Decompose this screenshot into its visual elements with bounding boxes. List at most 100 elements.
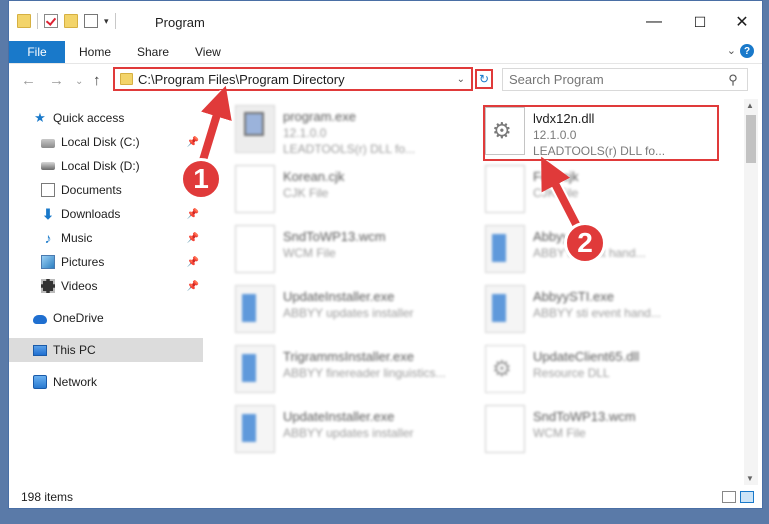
highlight-box: [483, 105, 719, 161]
tab-view[interactable]: View: [195, 45, 221, 59]
details-view-icon[interactable]: [722, 491, 736, 503]
file-item[interactable]: program.exe 12.1.0.0 LEADTOOLS(r) DLL fo…: [235, 105, 471, 161]
back-button[interactable]: ←: [21, 72, 36, 89]
sidebar-item-network[interactable]: Network: [9, 370, 203, 394]
recent-locations-icon[interactable]: ⌄: [75, 76, 83, 87]
window-title: Program: [155, 15, 205, 30]
step-badge-1: 1: [180, 158, 222, 200]
sidebar-item-label: Local Disk (D:): [61, 159, 140, 173]
sidebar-item-label: Network: [53, 375, 98, 389]
pin-icon[interactable]: 📌: [187, 281, 199, 292]
properties-check-icon[interactable]: [44, 14, 58, 28]
address-bar[interactable]: C:\Program Files\Program Directory ⌄: [113, 67, 473, 91]
pin-icon[interactable]: 📌: [187, 257, 199, 268]
sidebar-item-label: This PC: [53, 343, 96, 357]
gear-icon: ⚙: [492, 356, 512, 381]
sidebar-item-onedrive[interactable]: OneDrive: [9, 306, 203, 330]
disk-icon: [41, 162, 55, 170]
app-icon: [485, 225, 525, 273]
music-icon: ♪: [44, 230, 52, 246]
pin-icon[interactable]: 📌: [187, 137, 199, 148]
scroll-down-icon[interactable]: ▼: [746, 474, 754, 483]
sidebar-item-videos[interactable]: Videos 📌: [9, 274, 203, 298]
videos-icon: [41, 279, 55, 293]
forward-button[interactable]: →: [49, 72, 64, 89]
search-icon[interactable]: ⚲: [725, 72, 741, 88]
file-item[interactable]: TrigrammsInstaller.exe ABBYY finereader …: [235, 345, 471, 401]
sidebar-item-local-disk-c[interactable]: Local Disk (C:) 📌: [9, 130, 203, 154]
address-path[interactable]: C:\Program Files\Program Directory: [138, 72, 457, 87]
chevron-down-icon[interactable]: ▾: [104, 16, 109, 27]
file-item[interactable]: Font.cjk CJK File: [485, 165, 721, 221]
large-icons-view-icon[interactable]: [740, 491, 754, 503]
navigation-pane: ★ Quick access Local Disk (C:) 📌 Local D…: [9, 101, 203, 481]
new-folder-icon[interactable]: [64, 14, 78, 28]
sidebar-item-local-disk-d[interactable]: Local Disk (D:): [9, 154, 203, 178]
file-item[interactable]: SndToWP13.wcm WCM File: [235, 225, 471, 281]
navigation-bar: ← → ⌄ ↑ C:\Program Files\Program Directo…: [9, 64, 762, 96]
file-icon: [485, 405, 525, 453]
sidebar-item-quick-access[interactable]: ★ Quick access: [9, 106, 203, 130]
folder-icon: [120, 73, 133, 85]
file-type: Resource DLL: [533, 366, 610, 380]
app-icon: [235, 345, 275, 393]
sidebar-item-music[interactable]: ♪ Music 📌: [9, 226, 203, 250]
file-item[interactable]: AbbyySTI.exe ABBYY sti event hand...: [485, 285, 721, 341]
sidebar-item-documents[interactable]: Documents: [9, 178, 203, 202]
chevron-down-icon[interactable]: ⌄: [457, 74, 465, 85]
file-version: 12.1.0.0: [283, 126, 327, 140]
sidebar-item-this-pc[interactable]: This PC: [9, 338, 203, 362]
divider: [37, 13, 38, 29]
pin-icon[interactable]: 📌: [187, 233, 199, 244]
downloads-icon: ⬇: [42, 206, 54, 222]
expand-ribbon-icon[interactable]: ⌄: [727, 44, 736, 57]
search-input[interactable]: [503, 71, 725, 88]
exe-file-icon: [235, 105, 275, 153]
sidebar-item-pictures[interactable]: Pictures 📌: [9, 250, 203, 274]
file-name: UpdateClient65.dll: [533, 349, 640, 364]
scrollbar-thumb[interactable]: [746, 115, 756, 163]
file-item[interactable]: SndToWP13.wcm WCM File: [485, 405, 721, 461]
refresh-button[interactable]: ↻: [475, 69, 493, 89]
file-description: ABBYY updates installer: [283, 306, 414, 320]
tab-share[interactable]: Share: [137, 45, 169, 59]
sidebar-item-label: Documents: [61, 183, 122, 197]
app-icon: [235, 285, 275, 333]
sidebar-item-label: OneDrive: [53, 311, 104, 325]
pin-icon[interactable]: 📌: [187, 209, 199, 220]
close-button[interactable]: ✕: [727, 9, 757, 35]
sidebar-item-downloads[interactable]: ⬇ Downloads 📌: [9, 202, 203, 226]
up-button[interactable]: ↑: [93, 72, 101, 89]
disk-icon: [41, 138, 55, 148]
file-name: program.exe: [283, 109, 356, 124]
ribbon-tabs: File Home Share View ⌄ ?: [9, 41, 762, 64]
scroll-up-icon[interactable]: ▲: [746, 101, 754, 110]
tab-file[interactable]: File: [9, 41, 65, 63]
file-list: program.exe 12.1.0.0 LEADTOOLS(r) DLL fo…: [215, 99, 739, 485]
file-name: UpdateInstaller.exe: [283, 409, 395, 424]
step-badge-2: 2: [564, 222, 606, 264]
file-item[interactable]: UpdateInstaller.exe ABBYY updates instal…: [235, 405, 471, 461]
file-name: Korean.cjk: [283, 169, 345, 184]
help-icon[interactable]: ?: [740, 44, 754, 58]
status-bar: 198 items: [9, 486, 762, 508]
pictures-icon: [41, 255, 55, 269]
file-name: SndToWP13.wcm: [283, 229, 386, 244]
file-item[interactable]: UpdateInstaller.exe ABBYY updates instal…: [235, 285, 471, 341]
app-icon: [485, 285, 525, 333]
vertical-scrollbar[interactable]: ▲ ▼: [744, 99, 758, 485]
sidebar-item-label: Quick access: [53, 111, 125, 125]
customize-icon[interactable]: [84, 14, 98, 28]
minimize-button[interactable]: —: [639, 9, 669, 35]
file-item[interactable]: ⚙ UpdateClient65.dll Resource DLL: [485, 345, 721, 401]
sidebar-item-label: Music: [61, 231, 93, 245]
sidebar-item-label: Videos: [61, 279, 98, 293]
pc-icon: [33, 344, 47, 356]
file-icon: [235, 225, 275, 273]
tab-home[interactable]: Home: [79, 45, 111, 59]
documents-icon: [41, 183, 55, 197]
search-box[interactable]: ⚲: [502, 68, 748, 91]
maximize-button[interactable]: ☐: [685, 9, 715, 35]
file-name: TrigrammsInstaller.exe: [283, 349, 414, 364]
file-item[interactable]: Korean.cjk CJK File: [235, 165, 471, 221]
